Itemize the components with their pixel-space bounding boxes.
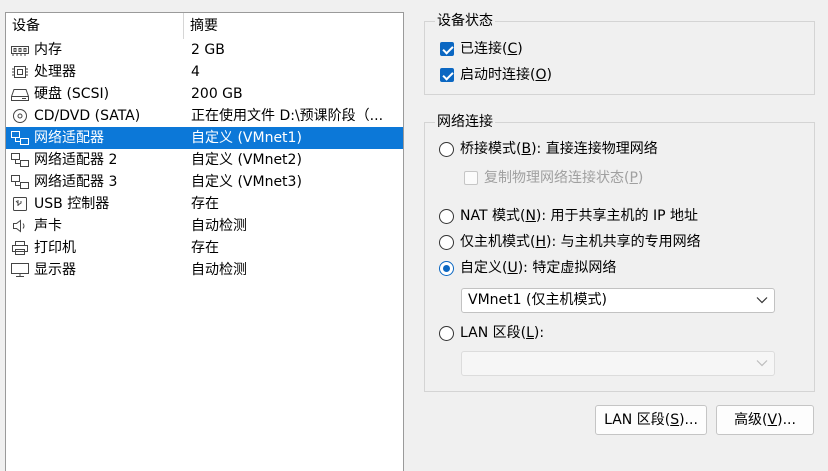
device-name: 打印机: [34, 240, 76, 256]
replicate-state-checkbox[interactable]: [464, 171, 478, 185]
advanced-button[interactable]: 高级(V)...: [716, 405, 814, 435]
device-name: 内存: [34, 42, 62, 58]
replicate-state-label[interactable]: 复制物理网络连接状态(P): [484, 168, 643, 188]
speaker-icon: [13, 219, 25, 233]
device-summary: 2 GB: [191, 42, 225, 58]
device-list[interactable]: 设备 摘要 内存 2 GB 处理器 4 硬盘 (SCSI) 200 GB CD/…: [5, 12, 404, 471]
network-adapter-icon: [11, 153, 29, 167]
device-summary: 正在使用文件 D:\预课阶段（...: [191, 108, 384, 124]
device-summary: 4: [191, 64, 200, 80]
device-summary: 自定义 (VMnet3): [191, 174, 302, 190]
device-row-printer[interactable]: 打印机 存在: [6, 237, 403, 259]
device-name: 网络适配器: [34, 130, 104, 146]
device-status-title: 设备状态: [435, 12, 495, 30]
device-summary: 自定义 (VMnet1): [191, 130, 302, 146]
connected-checkbox[interactable]: [440, 42, 454, 56]
lan-segment-label[interactable]: LAN 区段(L):: [460, 323, 544, 343]
cd-dvd-icon: [13, 109, 27, 123]
bridged-radio[interactable]: [439, 142, 454, 157]
bridged-label[interactable]: 桥接模式(B): 直接连接物理网络: [460, 139, 658, 159]
nat-label[interactable]: NAT 模式(N): 用于共享主机的 IP 地址: [460, 206, 698, 226]
hard-disk-icon: [11, 89, 29, 101]
printer-icon: [12, 241, 28, 255]
device-summary: 200 GB: [191, 86, 243, 102]
device-row-memory[interactable]: 内存 2 GB: [6, 39, 403, 61]
host-only-label[interactable]: 仅主机模式(H): 与主机共享的专用网络: [460, 232, 701, 252]
column-header-summary[interactable]: 摘要: [184, 13, 403, 39]
network-adapter-icon: [11, 131, 29, 145]
device-row-display[interactable]: 显示器 自动检测: [6, 259, 403, 281]
device-row-processor[interactable]: 处理器 4: [6, 61, 403, 83]
device-row-network-adapter-3[interactable]: 网络适配器 3 自定义 (VMnet3): [6, 171, 403, 193]
network-adapter-icon: [11, 175, 29, 189]
device-row-usb-controller[interactable]: USB 控制器 存在: [6, 193, 403, 215]
device-name: 网络适配器 2: [34, 152, 118, 168]
device-summary: 自定义 (VMnet2): [191, 152, 302, 168]
device-row-sound-card[interactable]: 声卡 自动检测: [6, 215, 403, 237]
device-row-hard-disk[interactable]: 硬盘 (SCSI) 200 GB: [6, 83, 403, 105]
nat-radio[interactable]: [439, 209, 454, 224]
device-summary: 存在: [191, 240, 219, 256]
device-name: CD/DVD (SATA): [34, 108, 141, 124]
device-name: 硬盘 (SCSI): [34, 86, 110, 102]
cpu-icon: [12, 66, 28, 78]
usb-icon: [13, 197, 27, 211]
chevron-down-icon: [756, 297, 768, 304]
device-list-header: 设备 摘要: [6, 13, 403, 39]
lan-segment-radio[interactable]: [439, 326, 454, 341]
device-name: 网络适配器 3: [34, 174, 118, 190]
lan-segments-button[interactable]: LAN 区段(S)...: [595, 405, 707, 435]
device-name: USB 控制器: [34, 196, 110, 212]
device-summary: 自动检测: [191, 262, 247, 278]
connect-at-power-on-checkbox[interactable]: [440, 68, 454, 82]
memory-icon: [11, 46, 29, 56]
device-name: 声卡: [34, 218, 62, 234]
connect-at-power-on-label[interactable]: 启动时连接(O): [460, 65, 552, 85]
device-row-network-adapter[interactable]: 网络适配器 自定义 (VMnet1): [6, 127, 403, 149]
host-only-radio[interactable]: [439, 235, 454, 250]
custom-network-value: VMnet1 (仅主机模式): [468, 292, 607, 308]
custom-label[interactable]: 自定义(U): 特定虚拟网络: [460, 258, 616, 278]
device-summary: 自动检测: [191, 218, 247, 234]
monitor-icon: [11, 263, 29, 277]
chevron-down-icon: [756, 360, 768, 367]
network-connection-title: 网络连接: [435, 113, 495, 131]
device-name: 处理器: [34, 64, 76, 80]
connected-label[interactable]: 已连接(C): [460, 39, 523, 59]
custom-radio[interactable]: [439, 261, 454, 276]
device-row-network-adapter-2[interactable]: 网络适配器 2 自定义 (VMnet2): [6, 149, 403, 171]
column-header-device[interactable]: 设备: [6, 13, 184, 39]
device-summary: 存在: [191, 196, 219, 212]
lan-segment-select[interactable]: [461, 351, 775, 376]
device-name: 显示器: [34, 262, 76, 278]
device-row-cd-dvd[interactable]: CD/DVD (SATA) 正在使用文件 D:\预课阶段（...: [6, 105, 403, 127]
custom-network-select[interactable]: VMnet1 (仅主机模式): [461, 288, 775, 313]
